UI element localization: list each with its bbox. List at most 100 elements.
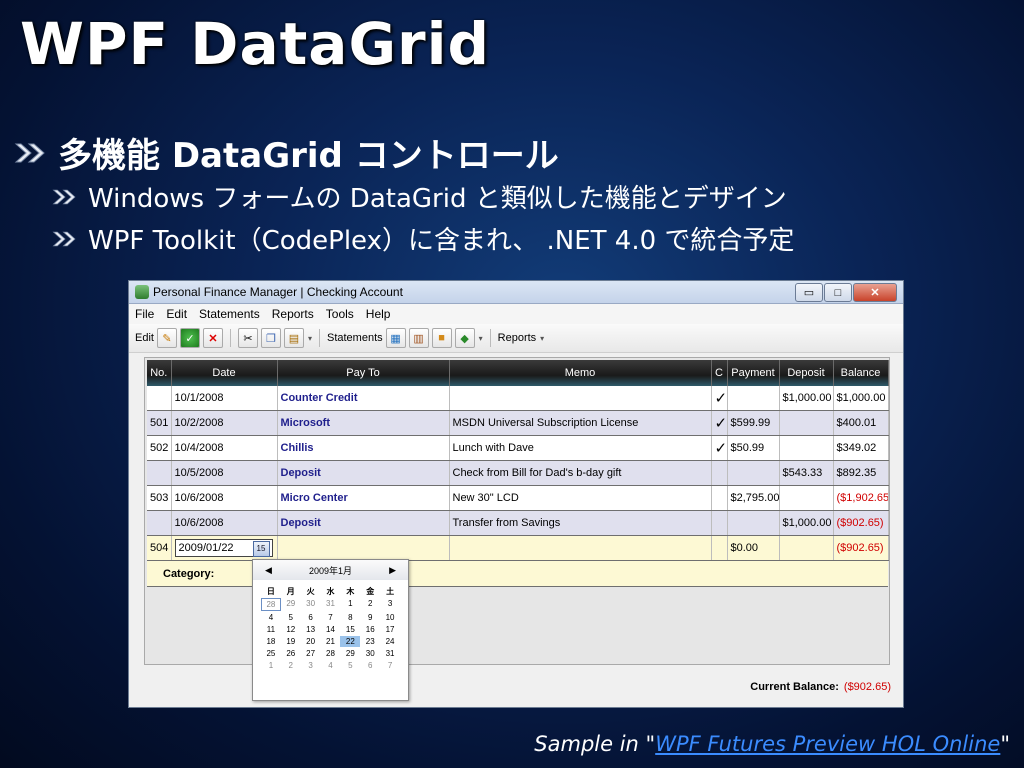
calendar-day[interactable]: 17 (380, 624, 400, 635)
table-row[interactable]: 502 10/4/2008 Chillis Lunch with Dave ✓ … (147, 435, 889, 461)
column-header-cleared[interactable]: C (711, 360, 728, 386)
cell-no[interactable] (147, 510, 172, 536)
calendar-day[interactable]: 23 (360, 636, 380, 647)
cell-memo[interactable]: MSDN Universal Subscription License (449, 410, 712, 436)
pencil-icon[interactable]: ✎ (156, 328, 177, 348)
delete-icon[interactable]: ✕ (202, 328, 223, 348)
cell-deposit[interactable] (779, 485, 834, 511)
cell-balance[interactable]: $400.01 (833, 410, 889, 436)
column-header-memo[interactable]: Memo (449, 360, 712, 386)
cell-payto[interactable]: Deposit (277, 510, 450, 536)
calendar-day[interactable]: 11 (261, 624, 281, 635)
cell-memo[interactable]: New 30" LCD (449, 485, 712, 511)
column-header-date[interactable]: Date (171, 360, 278, 386)
calendar-day[interactable]: 1 (340, 598, 360, 609)
cell-deposit[interactable]: $543.33 (779, 460, 834, 486)
cell-date[interactable]: 10/6/2008 (171, 485, 278, 511)
calendar-day[interactable]: 2 (281, 660, 301, 671)
cell-memo[interactable] (449, 535, 712, 561)
cell-no[interactable]: 503 (147, 485, 172, 511)
table-row[interactable]: 503 10/6/2008 Micro Center New 30" LCD $… (147, 485, 889, 511)
menu-edit[interactable]: Edit (166, 307, 187, 321)
cell-cleared[interactable] (711, 510, 728, 536)
cell-balance[interactable]: $1,000.00 (833, 386, 889, 411)
calendar-day[interactable]: 26 (281, 648, 301, 659)
cell-cleared[interactable]: ✓ (711, 435, 728, 461)
cell-date[interactable]: 10/4/2008 (171, 435, 278, 461)
cell-cleared[interactable]: ✓ (711, 410, 728, 436)
cell-deposit[interactable] (779, 410, 834, 436)
cell-payto[interactable] (277, 535, 450, 561)
calendar-day[interactable]: 13 (301, 624, 321, 635)
tag-icon[interactable]: ◆ (454, 328, 475, 348)
next-month-icon[interactable]: ▶ (389, 565, 396, 576)
calendar-day[interactable]: 2 (360, 598, 380, 609)
table-row-editing[interactable]: 504 2009/01/22 15 $0.00 ($902.65) (147, 535, 889, 561)
cell-deposit[interactable]: $1,000.00 (779, 386, 834, 411)
calendar-day[interactable]: 20 (301, 636, 321, 647)
cell-date[interactable]: 10/5/2008 (171, 460, 278, 486)
menu-file[interactable]: File (135, 307, 154, 321)
cell-date-editor[interactable]: 2009/01/22 15 (171, 535, 278, 561)
books-icon[interactable]: ▥ (408, 328, 429, 348)
calendar-day[interactable]: 3 (301, 660, 321, 671)
cell-payto[interactable]: Micro Center (277, 485, 450, 511)
column-header-balance[interactable]: Balance (833, 360, 889, 386)
menu-help[interactable]: Help (366, 307, 391, 321)
calendar-day[interactable]: 5 (340, 660, 360, 671)
cell-cleared[interactable] (711, 460, 728, 486)
cell-date[interactable]: 10/1/2008 (171, 386, 278, 411)
calendar-day[interactable]: 28 (321, 648, 341, 659)
column-header-payto[interactable]: Pay To (277, 360, 450, 386)
calendar-day[interactable]: 5 (281, 612, 301, 623)
cell-payto[interactable]: Microsoft (277, 410, 450, 436)
minimize-button[interactable]: ▭ (795, 283, 823, 302)
calendar-day[interactable]: 19 (281, 636, 301, 647)
cell-no[interactable] (147, 386, 172, 411)
calendar-day[interactable]: 10 (380, 612, 400, 623)
calendar-icon[interactable]: 15 (252, 541, 270, 557)
ok-icon[interactable]: ✓ (179, 328, 200, 348)
cell-no[interactable]: 504 (147, 535, 172, 561)
cell-memo[interactable]: Transfer from Savings (449, 510, 712, 536)
calendar-day[interactable]: 4 (261, 612, 281, 623)
cell-date[interactable]: 10/2/2008 (171, 410, 278, 436)
calendar-day[interactable]: 31 (321, 598, 341, 609)
cell-balance[interactable]: $892.35 (833, 460, 889, 486)
cell-memo[interactable] (449, 386, 712, 411)
cell-cleared[interactable] (711, 535, 728, 561)
date-picker-input[interactable]: 2009/01/22 15 (174, 539, 273, 557)
chevron-down-icon[interactable]: ▾ (308, 334, 312, 343)
cell-payment[interactable]: $599.99 (727, 410, 780, 436)
calendar-day[interactable]: 7 (380, 660, 400, 671)
calendar-day-selected[interactable]: 22 (340, 636, 361, 647)
table-row[interactable]: 10/6/2008 Deposit Transfer from Savings … (147, 510, 889, 536)
close-button[interactable]: ✕ (853, 283, 897, 302)
cell-cleared[interactable]: ✓ (711, 386, 728, 411)
statement-icon[interactable]: ▦ (385, 328, 406, 348)
cell-deposit[interactable] (779, 435, 834, 461)
calendar-day[interactable]: 3 (380, 598, 400, 609)
table-row[interactable]: 10/1/2008 Counter Credit ✓ $1,000.00 $1,… (147, 386, 889, 411)
calendar-day[interactable]: 25 (261, 648, 281, 659)
menu-reports[interactable]: Reports (272, 307, 314, 321)
menu-statements[interactable]: Statements (199, 307, 260, 321)
calendar-day[interactable]: 16 (360, 624, 380, 635)
calendar-day[interactable]: 6 (360, 660, 380, 671)
cell-deposit[interactable]: $1,000.00 (779, 510, 834, 536)
calendar-day[interactable]: 6 (301, 612, 321, 623)
calendar-month-label[interactable]: 2009年1月 (309, 564, 352, 577)
cell-memo[interactable]: Lunch with Dave (449, 435, 712, 461)
cell-deposit[interactable] (779, 535, 834, 561)
cut-icon[interactable]: ✂ (237, 328, 258, 348)
calendar-day[interactable]: 12 (281, 624, 301, 635)
cell-memo[interactable]: Check from Bill for Dad's b-day gift (449, 460, 712, 486)
calendar-day[interactable]: 27 (301, 648, 321, 659)
cell-payment[interactable]: $2,795.00 (727, 485, 780, 511)
calendar-day[interactable]: 18 (261, 636, 281, 647)
calendar-day[interactable]: 14 (321, 624, 341, 635)
cell-balance[interactable]: ($902.65) (833, 510, 889, 536)
calendar-day[interactable]: 1 (261, 660, 281, 671)
cell-balance[interactable]: ($1,902.65) (833, 485, 889, 511)
table-row[interactable]: 10/5/2008 Deposit Check from Bill for Da… (147, 460, 889, 486)
